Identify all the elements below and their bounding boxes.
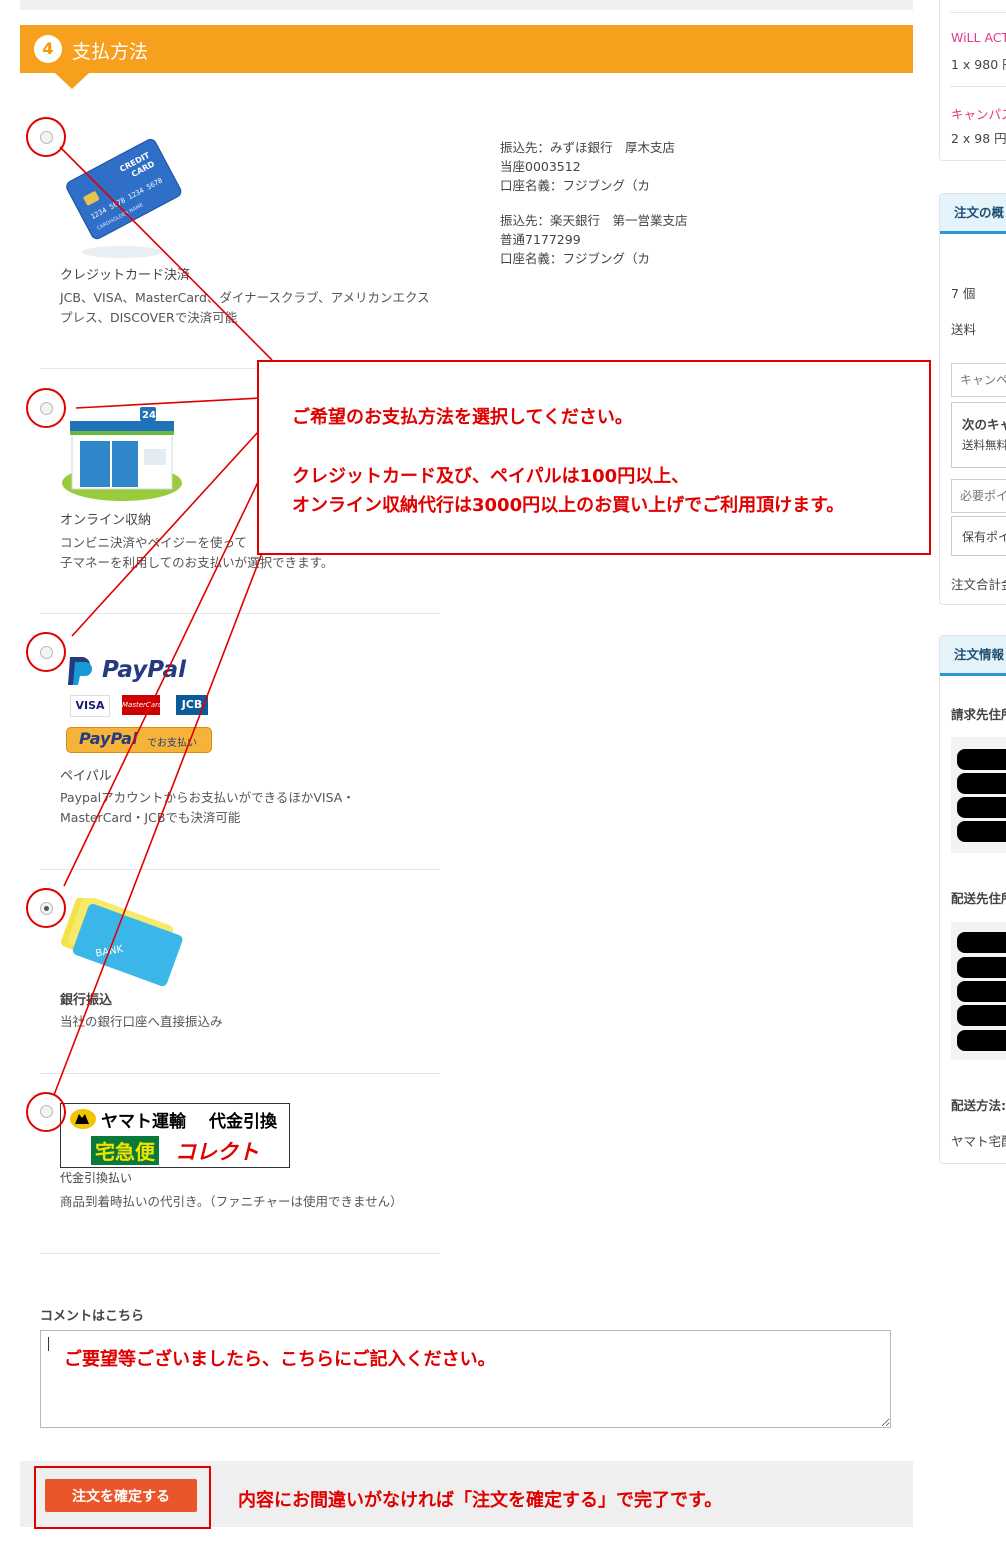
bank-info-mizuho: 振込先：みずほ銀行 厚木支店 当座0003512 口座名義：フジブング（カ	[500, 138, 675, 195]
mastercard-icon: MasterCard	[122, 695, 162, 715]
annotation-circle	[26, 117, 66, 157]
instruction-callout: ご希望のお支払方法を選択してください。 クレジットカード及び、ペイパルは100円…	[257, 360, 931, 555]
option-separator	[40, 613, 440, 614]
option-desc-paypal: Paypalアカウントからお支払いができるほかVISA・MasterCard・J…	[60, 790, 355, 825]
section-title: 支払方法	[72, 41, 149, 63]
sidebar-divider	[950, 12, 1006, 13]
shipping-address-label: 配送先住所	[951, 891, 1006, 906]
paypal-brand: PayPal	[102, 657, 186, 683]
bank-info-rakuten: 振込先：楽天銀行 第一営業支店 普通7177299 口座名義：フジブング（カ	[500, 211, 688, 268]
option-separator	[40, 869, 440, 870]
shipping-method-value: ヤマト宅配	[951, 1134, 1006, 1149]
payment-section-header: 4 支払方法	[20, 25, 913, 73]
top-divider	[20, 0, 913, 10]
black-cat-icon	[70, 1109, 96, 1129]
campaign-code-input[interactable]	[951, 363, 1006, 397]
comment-hint: ご要望等ございましたら、こちらにご記入ください。	[64, 1349, 496, 1370]
option-name-cod: 代金引換払い	[60, 1171, 133, 1185]
step-number-badge: 4	[34, 35, 62, 63]
shipping-label: 送料	[951, 322, 977, 337]
redacted-text	[957, 957, 1006, 978]
order-total-label: 注文合計金	[951, 577, 1006, 592]
redacted-text	[957, 1030, 1006, 1051]
paypal-logo: PayPal VISA MasterCard JCB PayPal でお支払い	[66, 655, 212, 755]
redacted-text	[957, 773, 1006, 794]
header-arrow	[55, 73, 89, 89]
annotation-circle	[26, 388, 66, 428]
annotation-circle	[26, 888, 66, 928]
summary-title: 注文の概	[940, 194, 1006, 234]
free-shipping-label: 送料無料	[962, 438, 1006, 452]
paypal-p-icon	[68, 657, 92, 685]
bank-info-line: 普通7177299	[500, 232, 581, 247]
text-caret	[48, 1337, 49, 1351]
option-name-bank: 銀行振込	[60, 993, 113, 1008]
points-input[interactable]	[951, 479, 1006, 513]
option-separator	[40, 1073, 440, 1074]
store-sign-text: 24	[142, 410, 156, 421]
billing-address-label: 請求先住所	[951, 707, 1006, 722]
sidebar-item-name[interactable]: WiLL ACT	[951, 30, 1006, 45]
redacted-text	[957, 981, 1006, 1002]
redacted-text	[957, 932, 1006, 953]
convenience-store-icon: 24	[62, 407, 182, 501]
annotation-circle	[26, 1092, 66, 1132]
option-separator	[40, 1253, 440, 1254]
bank-info-line: 口座名義：フジブング（カ	[500, 178, 651, 193]
visa-icon: VISA	[70, 695, 110, 717]
sidebar-item-qty: 2 x 98 円	[951, 131, 1006, 146]
paypal-pay-badge: PayPal でお支払い	[66, 727, 212, 753]
next-campaign-box: 次のキャ 送料無料	[951, 402, 1006, 468]
callout-line-1: ご希望のお支払方法を選択してください。	[292, 407, 633, 428]
comment-label: コメントはこちら	[40, 1309, 145, 1324]
confirm-note: 内容にお間違いがなければ「注文を確定する」で完了です。	[238, 1490, 723, 1511]
credit-card-icon: CREDIT CARD 1234 5678 1234 5678 CARDHOLD…	[66, 138, 182, 258]
annotation-box	[34, 1466, 211, 1529]
redacted-text	[957, 1005, 1006, 1026]
order-info-title: 注文情報	[940, 636, 1006, 676]
redacted-text	[957, 797, 1006, 818]
redacted-text	[957, 749, 1006, 770]
callout-line-2: クレジットカード及び、ペイパルは100円以上、	[292, 466, 690, 487]
option-name-online: オンライン収納	[60, 513, 152, 528]
option-desc-credit: JCB、VISA、MasterCard、ダイナースクラブ、アメリカンエクスプレス…	[60, 290, 430, 325]
bank-info-line: 当座0003512	[500, 159, 581, 174]
sidebar-item-name[interactable]: キャンパス	[951, 104, 1006, 123]
callout-line-3: オンライン収納代行は3000円以上のお買い上げでご利用頂けます。	[292, 495, 845, 516]
yamato-logo: ヤマト運輸 代金引換 宅急便 コレクト	[60, 1103, 290, 1168]
collect-label: コレクト	[175, 1140, 259, 1164]
annotation-circle	[26, 632, 66, 672]
paypal-badge-text: でお支払い	[147, 738, 197, 749]
paypal-badge-brand: PayPal	[79, 729, 138, 748]
option-desc-cod: 商品到着時払いの代引き。（ファニチャーは使用できません）	[60, 1194, 403, 1209]
bank-info-line: 口座名義：フジブング（カ	[500, 251, 651, 266]
yamato-cod-label: 代金引換	[209, 1112, 277, 1132]
sidebar-divider	[950, 86, 1006, 87]
bank-info-line: 振込先：みずほ銀行 厚木支店	[500, 140, 676, 155]
bank-card-icon: BANK	[61, 898, 183, 987]
yamato-name: ヤマト運輸	[101, 1112, 186, 1132]
jcb-icon: JCB	[176, 695, 208, 715]
sidebar-item-qty: 1 x 980 円	[951, 57, 1006, 72]
bank-info-line: 振込先：楽天銀行 第一営業支店	[500, 213, 688, 228]
owned-points-box: 保有ポイ	[951, 516, 1006, 556]
shipping-method-label: 配送方法:	[951, 1098, 1006, 1113]
option-name-credit: クレジットカード決済	[60, 268, 191, 283]
takkyubin-label: 宅急便	[91, 1136, 159, 1165]
item-count: 7 個	[951, 286, 976, 301]
next-campaign-label: 次のキャ	[962, 417, 1006, 432]
option-desc-bank: 当社の銀行口座へ直接振込み	[60, 1014, 223, 1029]
owned-points-label: 保有ポイ	[962, 530, 1006, 544]
option-name-paypal: ペイパル	[60, 769, 112, 784]
option-desc-line: 子マネーを利用してのお支払いが選択できます。	[60, 555, 334, 570]
redacted-text	[957, 821, 1006, 842]
